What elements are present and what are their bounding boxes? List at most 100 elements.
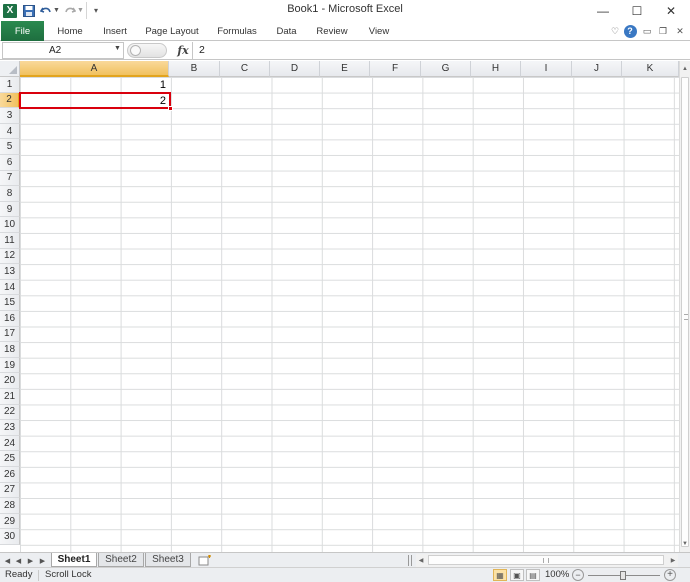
row-header-18[interactable]: 18 — [0, 342, 20, 358]
workbook-restore-icon[interactable]: ❐ — [657, 21, 669, 41]
row-header-1[interactable]: 1 — [0, 77, 20, 93]
column-header-f[interactable]: F — [370, 61, 421, 77]
close-icon[interactable]: ✕ — [654, 0, 688, 21]
formula-bar-splitter[interactable] — [127, 43, 167, 58]
row-header-20[interactable]: 20 — [0, 373, 20, 389]
row-header-17[interactable]: 17 — [0, 326, 20, 343]
column-header-j[interactable]: J — [572, 61, 622, 77]
tab-view[interactable]: View — [363, 21, 395, 41]
zoom-out-icon[interactable]: − — [572, 569, 584, 581]
cell-gridlines[interactable] — [20, 77, 679, 552]
status-ready: Ready — [5, 569, 33, 580]
tab-formulas[interactable]: Formulas — [212, 21, 262, 41]
row-header-23[interactable]: 23 — [0, 420, 20, 436]
select-all-button[interactable] — [0, 61, 20, 77]
tab-home[interactable]: Home — [52, 21, 88, 41]
page-layout-view-icon[interactable]: ▣ — [510, 569, 524, 581]
redo-dropdown-icon[interactable]: ▼ — [77, 2, 84, 19]
zoom-in-icon[interactable]: + — [664, 569, 676, 581]
zoom-slider-thumb[interactable] — [620, 571, 626, 580]
vertical-scrollbar[interactable]: ▲ ▼ — [679, 61, 690, 552]
row-header-29[interactable]: 29 — [0, 513, 20, 530]
scroll-down-icon[interactable]: ▼ — [680, 538, 690, 550]
column-header-h[interactable]: H — [471, 61, 521, 77]
tab-file[interactable]: File — [1, 21, 44, 41]
fill-handle[interactable] — [168, 106, 173, 112]
row-header-24[interactable]: 24 — [0, 435, 20, 452]
row-header-19[interactable]: 19 — [0, 357, 20, 374]
undo-dropdown-icon[interactable]: ▼ — [53, 2, 60, 19]
next-sheet-icon[interactable]: ▶ — [26, 555, 35, 566]
column-header-a[interactable]: A — [20, 61, 169, 77]
help-icon[interactable]: ? — [623, 21, 637, 41]
formula-bar: A2 ▼ fx 2 — [0, 41, 690, 60]
row-header-13[interactable]: 13 — [0, 264, 20, 280]
row-header-11[interactable]: 11 — [0, 233, 20, 249]
column-header-k[interactable]: K — [622, 61, 679, 77]
row-header-5[interactable]: 5 — [0, 139, 20, 155]
row-header-3[interactable]: 3 — [0, 108, 20, 124]
row-header-2[interactable]: 2 — [0, 92, 20, 109]
last-sheet-icon[interactable]: ▶ — [38, 555, 47, 566]
tab-page-layout[interactable]: Page Layout — [142, 21, 202, 41]
row-header-15[interactable]: 15 — [0, 295, 20, 311]
tab-data[interactable]: Data — [271, 21, 302, 41]
row-header-8[interactable]: 8 — [0, 186, 20, 202]
normal-view-icon[interactable]: ▦ — [493, 569, 507, 581]
minimize-icon[interactable]: — — [586, 0, 620, 21]
row-header-4[interactable]: 4 — [0, 123, 20, 140]
name-box[interactable]: A2 — [2, 42, 124, 59]
row-header-16[interactable]: 16 — [0, 311, 20, 327]
horizontal-scroll-thumb[interactable] — [428, 555, 664, 565]
column-header-d[interactable]: D — [270, 61, 320, 77]
row-header-6[interactable]: 6 — [0, 155, 20, 171]
tab-split-handle[interactable] — [408, 555, 412, 566]
undo-icon[interactable] — [40, 2, 52, 19]
active-cell-selection[interactable] — [19, 91, 173, 112]
first-sheet-icon[interactable]: ◀ — [3, 555, 12, 566]
scroll-left-icon[interactable]: ◀ — [416, 555, 426, 566]
ribbon-collapse-icon[interactable]: ♡ — [610, 21, 620, 41]
row-header-12[interactable]: 12 — [0, 248, 20, 265]
worksheet-grid[interactable]: ABCDEFGHIJK 1 2 3 4 5 6 7 8 9 10 11 12 13 14 15 16 17 18 1… — [0, 61, 679, 552]
save-icon[interactable] — [22, 2, 36, 19]
insert-sheet-icon[interactable] — [197, 554, 213, 566]
tab-review[interactable]: Review — [311, 21, 353, 41]
row-header-27[interactable]: 27 — [0, 482, 20, 499]
row-header-25[interactable]: 25 — [0, 451, 20, 467]
sheet-tab-sheet2[interactable]: Sheet2 — [98, 553, 144, 567]
row-header-22[interactable]: 22 — [0, 404, 20, 421]
row-header-28[interactable]: 28 — [0, 498, 20, 514]
page-break-view-icon[interactable]: ▤ — [526, 569, 540, 581]
workbook-close-icon[interactable]: ✕ — [674, 21, 686, 41]
row-header-14[interactable]: 14 — [0, 279, 20, 296]
name-box-dropdown-icon[interactable]: ▼ — [114, 45, 121, 52]
column-header-b[interactable]: B — [169, 61, 220, 77]
scroll-right-icon[interactable]: ▶ — [668, 555, 678, 566]
row-header-7[interactable]: 7 — [0, 170, 20, 187]
scroll-up-icon[interactable]: ▲ — [680, 63, 690, 75]
tab-insert[interactable]: Insert — [96, 21, 134, 41]
redo-icon[interactable] — [64, 2, 76, 19]
column-header-e[interactable]: E — [320, 61, 370, 77]
row-header-30[interactable]: 30 — [0, 529, 20, 545]
sheet-tab-sheet1[interactable]: Sheet1 — [51, 553, 97, 567]
vertical-scroll-thumb[interactable] — [681, 77, 689, 547]
zoom-level[interactable]: 100% — [545, 568, 569, 582]
customize-toolbar-icon[interactable]: ▾ — [91, 2, 101, 19]
sheet-tab-sheet3[interactable]: Sheet3 — [145, 553, 191, 567]
insert-function-icon[interactable]: fx — [176, 42, 190, 59]
column-header-g[interactable]: G — [421, 61, 471, 77]
row-header-26[interactable]: 26 — [0, 467, 20, 483]
row-header-21[interactable]: 21 — [0, 389, 20, 405]
workbook-minimize-icon[interactable]: ▭ — [641, 21, 653, 41]
horizontal-scrollbar[interactable]: ◀ ▶ — [416, 554, 678, 567]
column-header-i[interactable]: I — [521, 61, 572, 77]
prev-sheet-icon[interactable]: ◀ — [14, 555, 23, 566]
row-header-10[interactable]: 10 — [0, 217, 20, 233]
formula-input[interactable]: 2 — [192, 42, 688, 59]
maximize-icon[interactable]: ☐ — [620, 0, 654, 21]
column-header-c[interactable]: C — [220, 61, 270, 77]
row-header-9[interactable]: 9 — [0, 201, 20, 218]
excel-logo-icon[interactable]: X — [2, 2, 18, 19]
